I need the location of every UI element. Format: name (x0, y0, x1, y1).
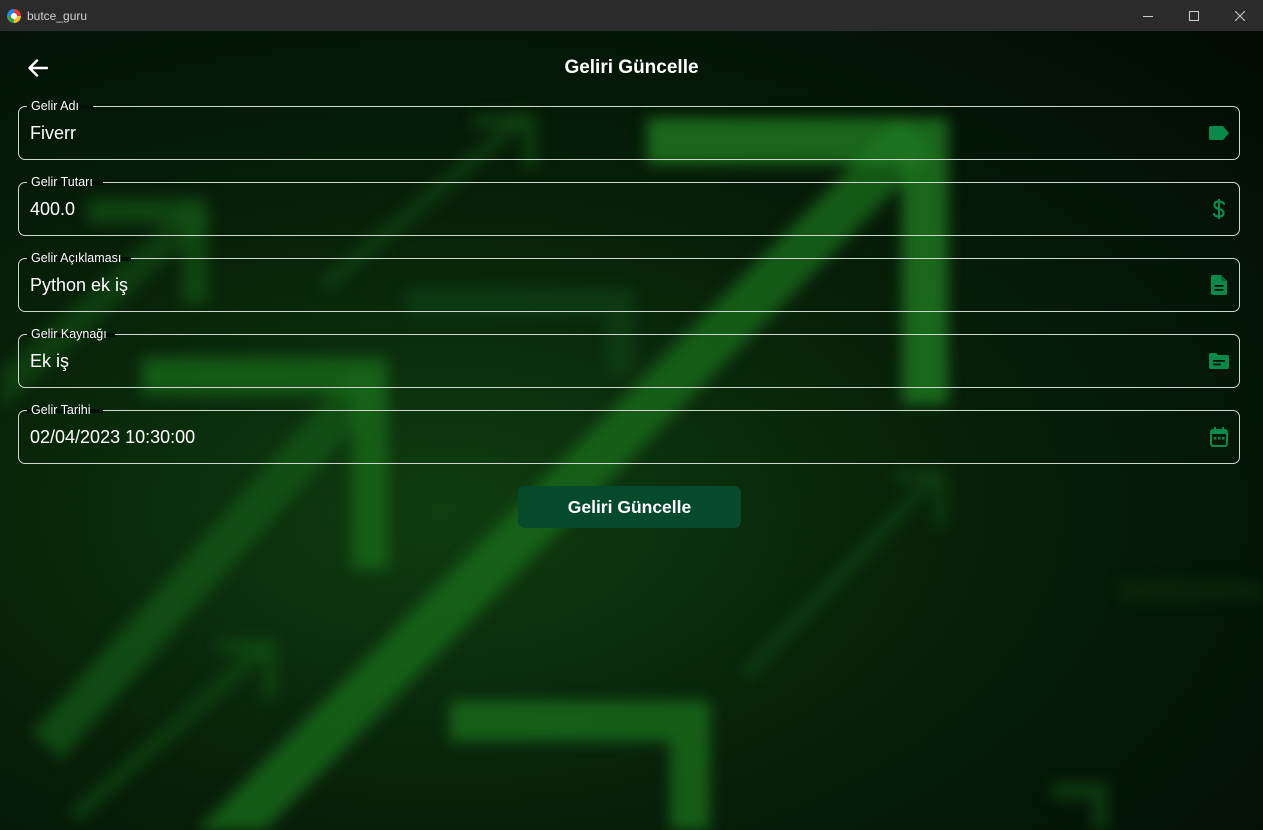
folder-icon (1208, 350, 1230, 372)
close-icon[interactable] (1217, 0, 1263, 31)
minimize-icon[interactable] (1125, 0, 1171, 31)
app-logo-icon (7, 8, 21, 23)
page-title: Geliri Güncelle (564, 57, 699, 78)
income-date-input[interactable] (30, 411, 1191, 463)
income-name-input[interactable] (30, 107, 1191, 159)
label-tag-icon (1208, 122, 1230, 144)
title-bar: butce_guru (0, 0, 1263, 31)
app-window: butce_guru Geliri Güncelle Gelir Adı Fiv… (0, 0, 1263, 830)
dollar-icon (1208, 198, 1230, 220)
income-description-input[interactable] (30, 259, 1191, 311)
income-date-field: Gelir Tarihi (18, 403, 1240, 464)
income-amount-field: Gelir Tutarı (18, 175, 1240, 236)
maximize-icon[interactable] (1171, 0, 1217, 31)
income-amount-input[interactable] (30, 183, 1191, 235)
update-income-button[interactable]: Geliri Güncelle (518, 486, 741, 528)
calendar-icon[interactable] (1208, 426, 1230, 448)
page-content: Geliri Güncelle Gelir Adı Gelir Tutarı (0, 31, 1263, 830)
income-source-field: Gelir Kaynağı (18, 327, 1240, 388)
income-name-field: Gelir Adı (18, 99, 1240, 160)
window-title: butce_guru (27, 8, 88, 23)
income-description-field: Gelir Açıklaması (18, 251, 1240, 312)
document-icon (1208, 274, 1230, 296)
window-controls (1125, 0, 1263, 31)
income-source-input[interactable] (30, 335, 1191, 387)
